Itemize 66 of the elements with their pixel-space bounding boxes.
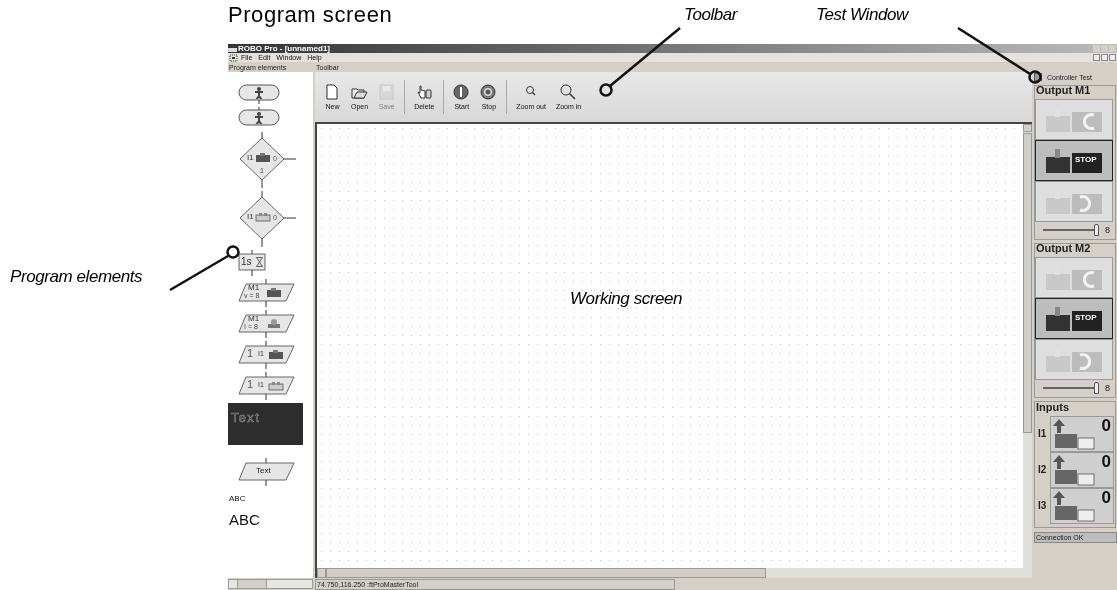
horizontal-scrollbar[interactable] [228,579,313,589]
hand-trash-icon [415,84,433,100]
vertical-scrollbar[interactable] [1023,124,1032,568]
document-icon [229,53,238,62]
switch-drawing [1051,489,1095,523]
hourglass-icon [256,257,263,267]
text-label: ABC [229,512,260,527]
slider[interactable] [1043,224,1099,236]
branch-label: I1 [247,213,254,221]
horizontal-scrollbar[interactable] [317,568,1032,578]
switch-icon [255,211,271,222]
figure-icon [253,85,265,99]
output-value: 1 [247,379,254,390]
input-state: 0 [1101,489,1111,506]
switch-drawing [1051,417,1095,451]
switch-icon [268,380,284,391]
text-output-block [238,458,296,486]
leader-line [169,245,240,292]
search-icon [560,84,578,100]
comment-text: Text [231,410,261,425]
motor-direction-button[interactable] [1035,99,1113,140]
output-value: 1 [247,348,254,359]
branch-label: I1 [247,154,254,162]
callout-label: Toolbar [684,6,738,23]
text-output-label: Text [256,467,271,475]
lamp-icon [266,318,282,329]
input-state: 0 [1101,417,1111,434]
start-icon [453,84,471,100]
wait-label: 1s [241,257,252,267]
input-label: I2 [1037,465,1047,475]
slider-value: 8 [1105,383,1110,393]
motor-direction-button[interactable]: STOP [1035,298,1113,339]
slider-thumb[interactable] [1094,382,1099,394]
figure-icon [253,110,265,124]
slider[interactable] [1043,382,1099,394]
page-icon [324,84,341,100]
window-title: ROBO Pro - [unnamed1] [238,44,330,53]
output-label: M1 [248,315,260,323]
group-title: Output M2 [1035,243,1091,254]
motor-direction-button[interactable] [1035,257,1113,298]
callout-label: Test Window [816,6,908,23]
input-label: I1 [1037,429,1047,439]
text-label: ABC [229,495,246,503]
motor-icon [266,287,282,298]
output-label: M1 [248,284,260,292]
callout-label: Working screen [570,290,683,307]
output-block [238,341,296,369]
motor-icon [268,349,284,360]
group-title: Inputs [1035,402,1069,413]
stop-label: STOP [1075,155,1097,164]
window-icon [1034,73,1042,81]
stop-label: STOP [1075,313,1097,322]
page-heading: Program screen [228,2,393,27]
slider-value: 8 [1105,225,1110,235]
start-block [238,82,280,104]
motor-icon [255,152,271,163]
input-state: 0 [1101,453,1111,470]
slider-thumb[interactable] [1094,224,1099,236]
callout-label: Program elements [10,268,143,285]
motor-direction-button[interactable]: STOP [1035,140,1113,181]
group-title: Output M1 [1035,85,1091,96]
stop-icon [480,84,498,100]
end-block [238,107,280,129]
output-block [238,310,296,338]
input-label: I3 [1037,501,1047,511]
switch-drawing [1051,453,1095,487]
